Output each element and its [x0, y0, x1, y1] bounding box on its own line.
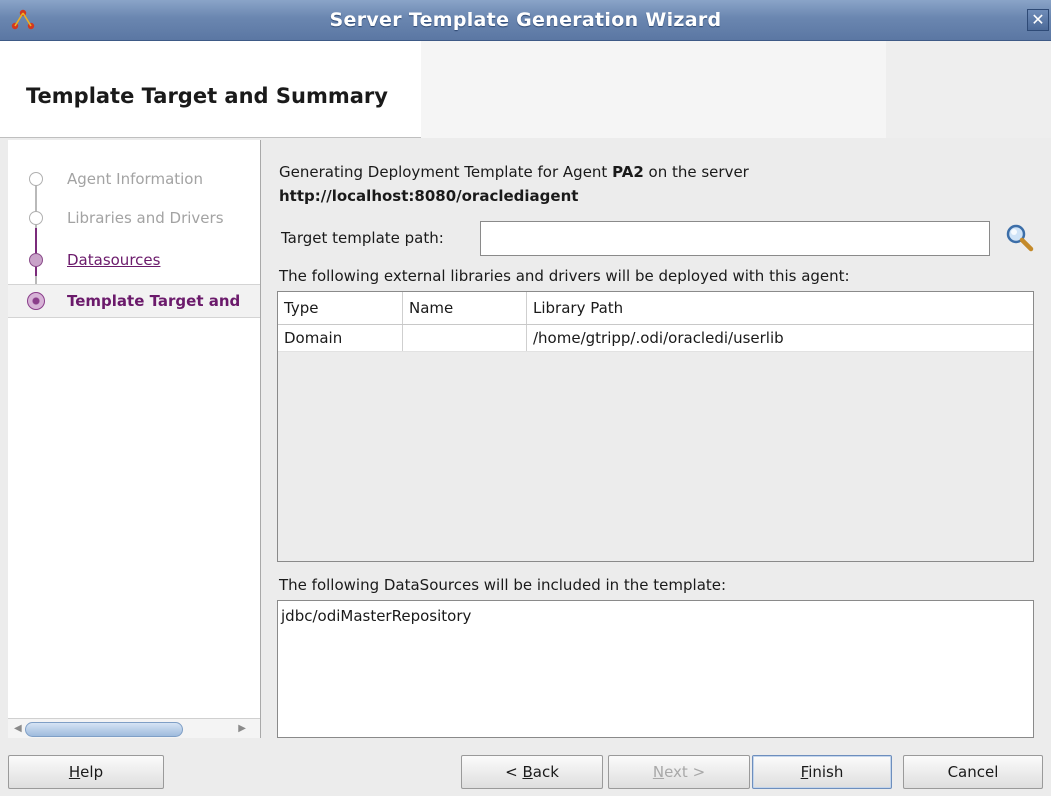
wizard-steps-panel: Agent Information Libraries and Drivers …: [8, 140, 261, 738]
table-row[interactable]: Domain /home/gtripp/.odi/oracledi/userli…: [278, 325, 1033, 352]
title-bar: Server Template Generation Wizard ✕: [0, 0, 1051, 41]
step-current-dot-icon: [27, 292, 45, 310]
target-path-input[interactable]: [480, 221, 990, 256]
libraries-label: The following external libraries and dri…: [279, 267, 850, 285]
step-label: Libraries and Drivers: [67, 209, 224, 227]
cell-library-path: /home/gtripp/.odi/oracledi/userlib: [533, 329, 784, 347]
step-dot-icon: [29, 172, 43, 186]
wizard-header: Template Target and Summary: [0, 41, 1051, 138]
step-label[interactable]: Datasources: [67, 251, 160, 269]
cell-type: Domain: [278, 325, 403, 351]
step-label: Template Target and: [67, 292, 241, 310]
agent-name: PA2: [612, 163, 644, 181]
close-icon: ✕: [1031, 10, 1045, 29]
datasources-list[interactable]: jdbc/odiMasterRepository: [277, 600, 1034, 738]
close-button[interactable]: ✕: [1027, 9, 1049, 31]
window-title: Server Template Generation Wizard: [329, 9, 722, 31]
next-button: Next >: [608, 755, 750, 789]
step-agent-information: Agent Information: [8, 163, 260, 197]
horizontal-scrollbar[interactable]: ◀ ▶: [8, 718, 260, 738]
scroll-left-arrow-icon[interactable]: ◀: [14, 723, 22, 734]
target-path-label: Target template path:: [281, 229, 444, 247]
intro-text: Generating Deployment Template for Agent…: [279, 163, 749, 181]
cell-name: [403, 325, 527, 351]
step-dot-icon: [29, 253, 43, 267]
step-dot-icon: [29, 211, 43, 225]
step-datasources[interactable]: Datasources: [8, 244, 260, 278]
scroll-right-arrow-icon[interactable]: ▶: [238, 723, 246, 734]
cancel-button[interactable]: Cancel: [903, 755, 1043, 789]
finish-button[interactable]: Finish: [752, 755, 892, 789]
column-header-library-path[interactable]: Library Path: [527, 292, 1033, 324]
step-libraries-and-drivers: Libraries and Drivers: [8, 202, 260, 236]
step-template-target[interactable]: Template Target and: [8, 284, 260, 318]
search-icon[interactable]: [1004, 222, 1034, 252]
page-title: Template Target and Summary: [26, 84, 388, 108]
column-header-type[interactable]: Type: [278, 292, 403, 324]
help-button[interactable]: Help: [8, 755, 164, 789]
datasources-label: The following DataSources will be includ…: [279, 576, 727, 594]
table-header: Type Name Library Path: [278, 292, 1033, 325]
server-url: http://localhost:8080/oraclediagent: [279, 187, 579, 205]
list-item[interactable]: jdbc/odiMasterRepository: [281, 607, 471, 625]
libraries-table: Type Name Library Path Domain /home/gtri…: [277, 291, 1034, 562]
back-button[interactable]: < Back: [461, 755, 603, 789]
step-label: Agent Information: [67, 170, 203, 188]
scrollbar-thumb[interactable]: [25, 722, 183, 737]
column-header-name[interactable]: Name: [403, 292, 527, 324]
